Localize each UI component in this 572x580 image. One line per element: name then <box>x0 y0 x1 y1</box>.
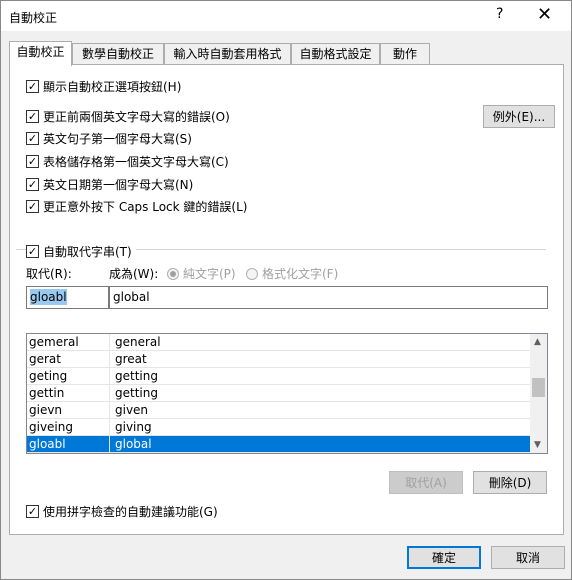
tab-autocorrect[interactable]: 自動校正 <box>9 41 72 66</box>
scroll-thumb[interactable] <box>532 378 545 397</box>
radio-icon <box>246 267 258 280</box>
replace-text-checkbox[interactable]: ✓ 自動取代字串(T) <box>26 243 136 260</box>
tab-math-autocorrect[interactable]: 數學自動校正 <box>72 43 164 65</box>
two-initial-caps-checkbox[interactable]: ✓ 更正前兩個英文字母大寫的錯誤(O) <box>26 108 230 125</box>
list-item[interactable]: gerat great <box>27 351 530 368</box>
show-options-checkbox[interactable]: ✓ 顯示自動校正選項按鈕(H) <box>26 78 181 95</box>
capitalize-table-cell-checkbox[interactable]: ✓ 表格儲存格第一個英文字母大寫(C) <box>26 153 229 170</box>
title-bar: 自動校正 ? ✕ <box>1 1 571 31</box>
ok-button[interactable]: 確定 <box>407 546 481 569</box>
check-icon: ✓ <box>26 155 39 168</box>
checkbox-label: 更正意外按下 Caps Lock 鍵的錯誤(L) <box>43 200 248 214</box>
replace-input[interactable]: gloabl <box>26 286 109 309</box>
list-item[interactable]: geting getting <box>27 368 530 385</box>
list-item[interactable]: giveing giving <box>27 419 530 436</box>
replace-label: 取代(R): <box>26 267 72 281</box>
window-title: 自動校正 <box>9 11 58 25</box>
list-item-selected[interactable]: gloabl global <box>27 436 530 453</box>
with-label: 成為(W): <box>109 267 159 281</box>
list-item[interactable]: gemeral general <box>27 334 530 351</box>
list-item[interactable]: gievn given <box>27 402 530 419</box>
caps-lock-checkbox[interactable]: ✓ 更正意外按下 Caps Lock 鍵的錯誤(L) <box>26 198 247 215</box>
tab-autoformat-as-you-type[interactable]: 輸入時自動套用格式 <box>164 43 291 65</box>
scroll-down-icon[interactable]: ▼ <box>534 440 541 450</box>
check-icon: ✓ <box>26 245 39 258</box>
check-icon: ✓ <box>26 80 39 93</box>
radio-label: 純文字(P) <box>183 267 236 281</box>
list-scrollbar[interactable]: ▲ ▼ <box>530 334 547 453</box>
tab-actions[interactable]: 動作 <box>380 43 430 65</box>
scroll-up-icon[interactable]: ▲ <box>534 337 541 347</box>
autocorrect-list[interactable]: gemeral general gerat great geting getting … <box>26 333 548 454</box>
list-item[interactable]: gettin getting <box>27 385 530 402</box>
capitalize-sentence-checkbox[interactable]: ✓ 英文句子第一個字母大寫(S) <box>26 130 192 147</box>
help-button[interactable]: ? <box>496 6 503 22</box>
capitalize-days-checkbox[interactable]: ✓ 英文日期第一個字母大寫(N) <box>26 176 193 193</box>
with-input[interactable]: global <box>109 286 548 309</box>
checkbox-label: 自動取代字串(T) <box>43 245 132 259</box>
checkbox-label: 顯示自動校正選項按鈕(H) <box>43 80 182 94</box>
delete-button[interactable]: 刪除(D) <box>473 471 547 494</box>
plain-text-radio[interactable]: 純文字(P) <box>167 265 236 282</box>
formatted-text-radio[interactable]: 格式化文字(F) <box>246 265 338 282</box>
check-icon: ✓ <box>26 132 39 145</box>
checkbox-label: 表格儲存格第一個英文字母大寫(C) <box>43 155 229 169</box>
cancel-button[interactable]: 取消 <box>491 546 565 569</box>
exceptions-button[interactable]: 例外(E)... <box>483 105 555 128</box>
autocorrect-dialog: 自動校正 ? ✕ 自動校正 數學自動校正 輸入時自動套用格式 自動格式設定 動作… <box>0 0 572 580</box>
radio-label: 格式化文字(F) <box>262 267 339 281</box>
checkbox-label: 更正前兩個英文字母大寫的錯誤(O) <box>43 110 230 124</box>
checkbox-label: 英文句子第一個字母大寫(S) <box>43 132 192 146</box>
check-icon: ✓ <box>26 505 39 518</box>
check-icon: ✓ <box>26 110 39 123</box>
checkbox-label: 英文日期第一個字母大寫(N) <box>43 178 194 192</box>
radio-icon <box>167 267 179 280</box>
spell-suggestions-checkbox[interactable]: ✓ 使用拼字檢查的自動建議功能(G) <box>26 503 218 520</box>
replace-button[interactable]: 取代(A) <box>389 471 463 494</box>
replace-value: gloabl <box>30 289 67 305</box>
checkbox-label: 使用拼字檢查的自動建議功能(G) <box>43 505 218 519</box>
check-icon: ✓ <box>26 200 39 213</box>
check-icon: ✓ <box>26 178 39 191</box>
tab-autoformat[interactable]: 自動格式設定 <box>291 43 380 65</box>
close-icon[interactable]: ✕ <box>537 4 552 25</box>
